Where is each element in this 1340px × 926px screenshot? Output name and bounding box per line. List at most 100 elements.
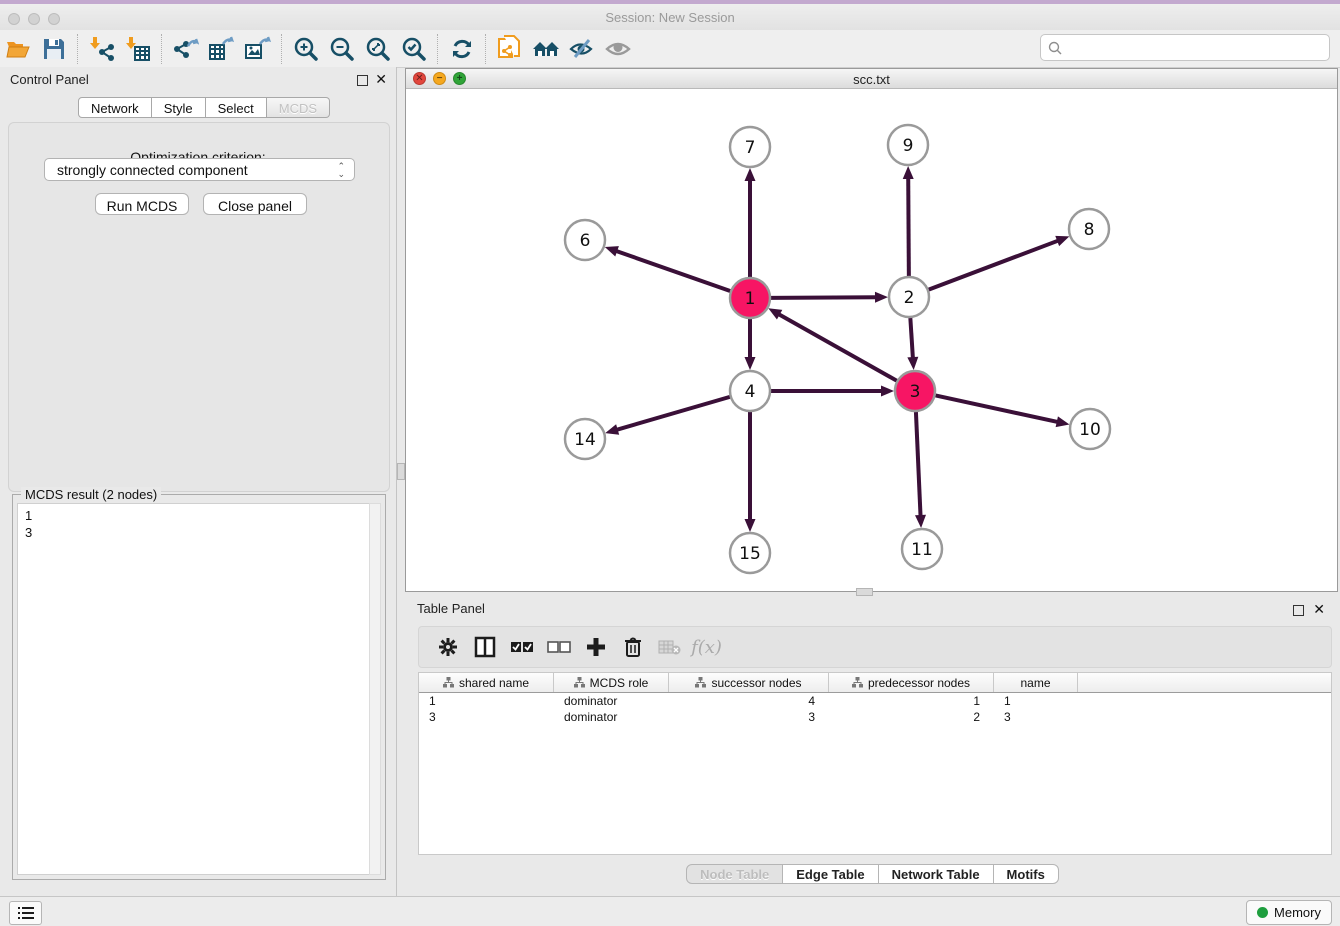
graph-edge-4-14[interactable] [605,397,730,435]
horizontal-splitter-handle[interactable] [856,588,873,596]
graph-node-9[interactable]: 9 [888,125,928,165]
graph-node-15[interactable]: 15 [730,533,770,573]
tab-network[interactable]: Network [78,97,152,118]
graph-node-6[interactable]: 6 [565,220,605,260]
tab-node-table[interactable]: Node Table [686,864,783,884]
memory-button[interactable]: Memory [1246,900,1332,925]
plus-icon [585,636,607,658]
cell-mcds-role[interactable]: dominator [554,710,669,724]
graph-edge-2-9[interactable] [903,166,914,276]
cell-successor-nodes[interactable]: 3 [669,710,829,724]
svg-text:9: 9 [903,136,914,156]
close-table-panel-icon[interactable]: ✕ [1313,601,1325,618]
gear-icon [437,636,459,658]
cell-shared-name[interactable]: 1 [419,694,554,708]
vertical-splitter-handle[interactable] [397,463,405,480]
unselect-all-button[interactable] [540,630,577,664]
delete-column-button[interactable] [614,630,651,664]
column-header-mcds-role[interactable]: MCDS role [554,673,669,692]
export-image-button[interactable] [240,33,276,65]
column-header-predecessor-nodes[interactable]: predecessor nodes [829,673,994,692]
close-panel-button[interactable]: Close panel [203,193,307,215]
control-panel: Control Panel ✕ Network Style Select MCD… [0,67,397,896]
graph-edge-3-10[interactable] [936,395,1070,427]
clone-network-icon [497,35,523,63]
save-session-button[interactable] [36,33,72,65]
graph-node-4[interactable]: 4 [730,371,770,411]
graph-edge-1-6[interactable] [605,246,730,291]
float-table-panel-icon[interactable] [1293,605,1304,616]
export-table-button[interactable] [204,33,240,65]
tab-motifs[interactable]: Motifs [994,864,1059,884]
hide-selected-button[interactable] [564,33,600,65]
graph-edge-1-2[interactable] [771,292,888,303]
table-settings-button[interactable] [429,630,466,664]
graph-node-3[interactable]: 3 [895,371,935,411]
graph-edge-2-8[interactable] [929,236,1070,290]
cell-name[interactable]: 1 [994,694,1078,708]
cell-predecessor-nodes[interactable]: 2 [829,710,994,724]
graph-node-7[interactable]: 7 [730,127,770,167]
result-scrollbar[interactable] [369,503,381,875]
checked-boxes-icon [510,640,534,654]
graph-edge-4-3[interactable] [771,386,894,397]
table-panel: Table Panel ✕ [405,596,1340,896]
optimization-criterion-dropdown[interactable]: strongly connected component ⌃⌄ [44,158,355,181]
open-file-button[interactable] [0,33,36,65]
zoom-out-button[interactable] [324,33,360,65]
table-row[interactable]: 3 dominator 3 2 3 [419,709,1331,725]
graph-edge-1-7[interactable] [745,168,756,277]
graph-edge-1-4[interactable] [745,319,756,370]
tab-select[interactable]: Select [206,97,267,118]
cell-shared-name[interactable]: 3 [419,710,554,724]
float-panel-icon[interactable] [357,75,368,86]
graph-node-2[interactable]: 2 [889,277,929,317]
control-panel-title: Control Panel [10,72,89,87]
refresh-button[interactable] [444,33,480,65]
graph-edge-2-3[interactable] [907,318,918,370]
add-column-button[interactable] [577,630,614,664]
graph-node-10[interactable]: 10 [1070,409,1110,449]
data-type-icon [852,677,863,688]
show-columns-button[interactable] [466,630,503,664]
task-history-button[interactable] [9,901,42,925]
graph-node-8[interactable]: 8 [1069,209,1109,249]
clone-network-button[interactable] [492,33,528,65]
column-header-name[interactable]: name [994,673,1078,692]
search-icon [1048,41,1062,55]
first-neighbors-button[interactable] [528,33,564,65]
export-network-button[interactable] [168,33,204,65]
cell-mcds-role[interactable]: dominator [554,694,669,708]
graph-node-11[interactable]: 11 [902,529,942,569]
tab-network-table[interactable]: Network Table [879,864,994,884]
tab-edge-table[interactable]: Edge Table [783,864,878,884]
graph-node-1[interactable]: 1 [730,278,770,318]
zoom-selected-button[interactable] [396,33,432,65]
tab-mcds[interactable]: MCDS [267,97,330,118]
table-row[interactable]: 1 dominator 4 1 1 [419,693,1331,709]
import-table-button[interactable] [120,33,156,65]
network-canvas[interactable]: 7 9 6 8 1 2 4 3 14 10 15 11 [406,89,1337,591]
column-header-successor-nodes[interactable]: successor nodes [669,673,829,692]
search-field[interactable] [1040,34,1330,61]
graph-edge-3-11[interactable] [915,412,926,528]
tab-style[interactable]: Style [152,97,206,118]
graph-edge-4-15[interactable] [745,412,756,532]
export-image-icon [244,36,272,62]
column-header-shared-name[interactable]: shared name [419,673,554,692]
graph-edge-3-1[interactable] [768,308,896,380]
run-mcds-button[interactable]: Run MCDS [95,193,189,215]
network-window-titlebar[interactable]: ✕ − + scc.txt [406,69,1337,89]
show-all-button[interactable] [600,33,636,65]
close-panel-icon[interactable]: ✕ [375,71,387,88]
select-all-button[interactable] [503,630,540,664]
search-input[interactable] [1062,40,1329,55]
cell-name[interactable]: 3 [994,710,1078,724]
import-network-button[interactable] [84,33,120,65]
zoom-in-button[interactable] [288,33,324,65]
mcds-result-list[interactable]: 1 3 [17,503,371,875]
cell-predecessor-nodes[interactable]: 1 [829,694,994,708]
cell-successor-nodes[interactable]: 4 [669,694,829,708]
fit-content-button[interactable] [360,33,396,65]
graph-node-14[interactable]: 14 [565,419,605,459]
